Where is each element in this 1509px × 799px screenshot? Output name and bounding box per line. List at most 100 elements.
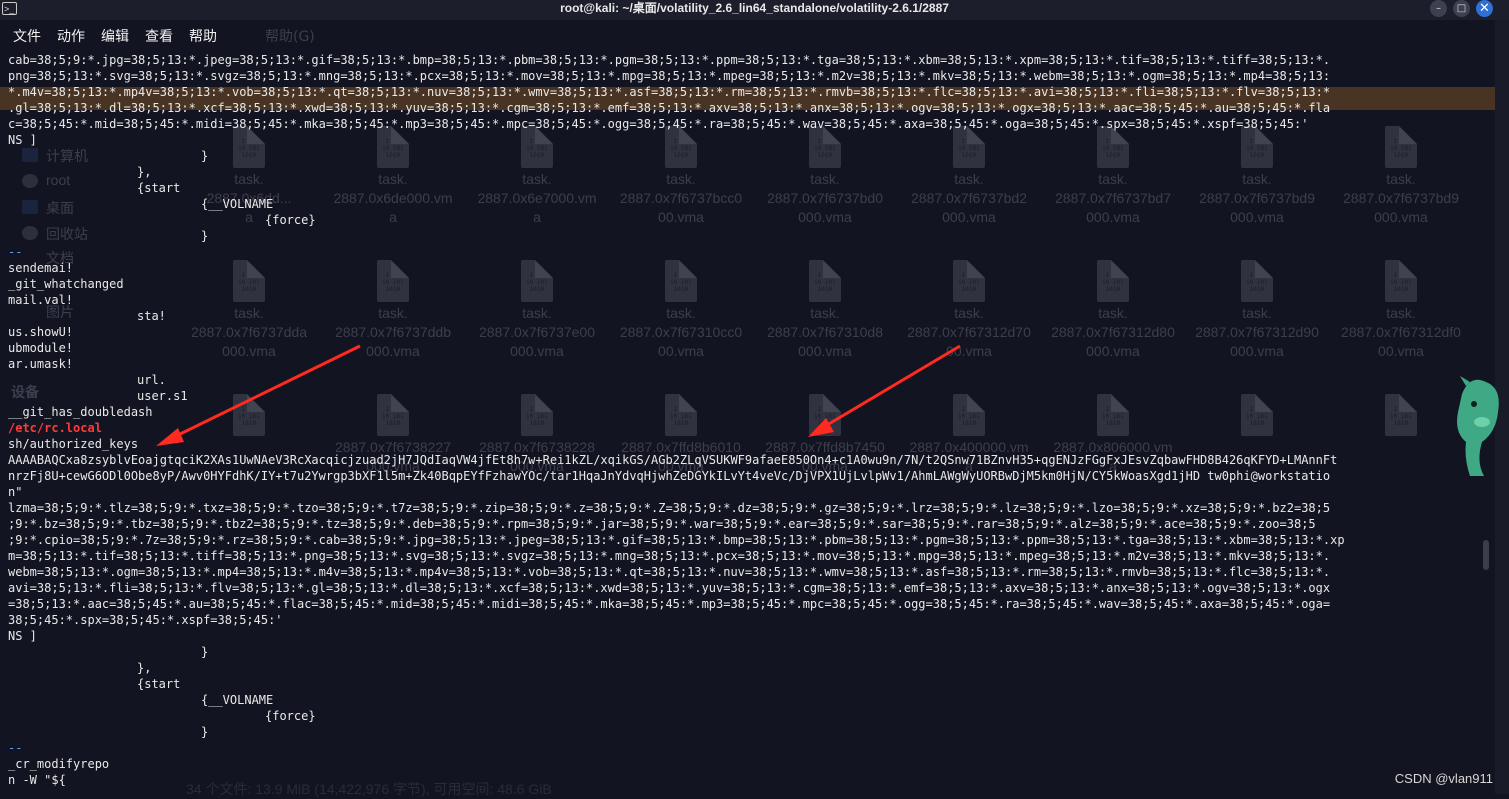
terminal-line: 38;5;45:*.spx=38;5;45:*.xspf=38;5;45:'	[8, 613, 283, 627]
home-icon	[22, 174, 38, 188]
ghost-file-item: 1 0 10 101 1010	[1185, 394, 1329, 438]
terminal-word: sta!	[137, 309, 166, 323]
terminal-line: png=38;5;13:*.svg=38;5;13:*.svgz=38;5;13…	[8, 69, 1331, 83]
binary-file-icon: 1 0 10 101 1010	[665, 394, 697, 436]
sidebar-computer: 计算机	[46, 148, 88, 164]
terminal-word: _git_whatchanged	[8, 277, 124, 291]
terminal-line: n -W "${	[8, 773, 66, 787]
binary-file-icon: 1 0 10 101 1010	[1241, 394, 1273, 436]
binary-file-icon: 1 0 10 101 1010	[953, 394, 985, 436]
terminal-volname: {__VOLNAME	[201, 197, 274, 211]
terminal-word: sendemai!	[8, 261, 74, 275]
terminal-line: NS ]	[8, 629, 37, 643]
ghost-file-label: task. 2887.0x7f6737bd7 000.vma	[1055, 171, 1171, 225]
sidebar-root: root	[46, 172, 71, 188]
ghost-file-label: task. 2887.0x7f67310d8 000.vma	[767, 305, 883, 359]
terminal-line: m=38;5;13:*.tif=38;5;13:*.tiff=38;5;13:*…	[8, 549, 1331, 563]
binary-file-icon: 1 0 10 101 1010	[233, 260, 265, 302]
ghost-file-label: task. 2887.0x7f6737dda 000.vma	[191, 305, 307, 359]
ghost-file-label: task. 2887.0x7f67312d90 000.vma	[1195, 305, 1319, 359]
binary-file-icon: 1 0 10 101 1010	[1097, 260, 1129, 302]
ghost-file-item: 1 0 10 101 1010 task. 2887.0x6de000.vm a	[321, 126, 465, 227]
ssh-key-line: AAAABAQCxa8zsyblvEoajgtqciK2XAs1UwNAeV3R…	[8, 453, 1338, 467]
terminal-line: .gl=38;5;13:*.dl=38;5;13:*.xcf=38;5;13:*…	[8, 101, 1331, 115]
ghost-file-item: 1 0 10 101 1010 task. 2887.0x7f67312d90 0…	[1185, 260, 1329, 361]
terminal-word: url.	[137, 373, 166, 387]
ghost-file-label: task. 2887.0x7f6737bd2 000.vma	[911, 171, 1027, 225]
binary-file-icon: 1 0 10 101 1010	[665, 260, 697, 302]
binary-file-icon: 1 0 10 101 1010	[809, 394, 841, 436]
terminal-line: NS ]	[8, 133, 37, 147]
terminal-brace: },	[137, 165, 152, 179]
binary-file-icon: 1 0 10 101 1010	[233, 126, 265, 168]
ghost-file-item: 1 0 10 101 1010	[177, 394, 321, 438]
ghost-file-label: task. 2887.0x7f67312d70 00.vma	[907, 305, 1031, 359]
authorized-keys-path: sh/authorized_keys	[8, 437, 139, 451]
binary-file-icon: 1 0 10 101 1010	[1097, 394, 1129, 436]
terminal-line: ;9:*.cpio=38;5;9:*.7z=38;5;9:*.rz=38;5;9…	[8, 533, 1345, 547]
terminal-word: ar.umask!	[8, 357, 74, 371]
terminal-brace: },	[137, 661, 152, 675]
terminal-word: mail.val!	[8, 293, 74, 307]
ghost-file-item: 1 0 10 101 1010 task. 2887.0x7f67312df0 0…	[1329, 260, 1473, 361]
terminal-word: user.s1	[137, 389, 188, 403]
binary-file-icon: 1 0 10 101 1010	[809, 126, 841, 168]
computer-icon	[22, 148, 38, 162]
terminal-word: __git_has_doubledash	[8, 405, 153, 419]
binary-file-icon: 1 0 10 101 1010	[953, 260, 985, 302]
binary-file-icon: 1 0 10 101 1010	[953, 126, 985, 168]
terminal-separator: --	[8, 741, 23, 755]
terminal-brace: }	[201, 725, 209, 739]
terminal-line: *.m4v=38;5;13:*.mp4v=38;5;13:*.vob=38;5;…	[8, 85, 1331, 99]
terminal-line: cab=38;5;9:*.jpg=38;5;13:*.jpeg=38;5;13:…	[8, 53, 1331, 67]
binary-file-icon: 1 0 10 101 1010	[233, 394, 265, 436]
binary-file-icon: 1 0 10 101 1010	[1241, 126, 1273, 168]
ghost-file-item: 1 0 10 101 1010 task. 2887.0x7f6737dda 00…	[177, 260, 321, 361]
terminal-line: avi=38;5;13:*.fli=38;5;13:*.flv=38;5;13:…	[8, 581, 1331, 595]
ghost-file-item: 1 0 10 101 1010 task. 2887.0x7f6737bd9 00…	[1185, 126, 1329, 227]
scrollbar-thumb[interactable]	[1483, 540, 1489, 570]
ghost-file-item: 1 0 10 101 1010 task. 2887.0x6e7000.vm a	[465, 126, 609, 227]
binary-file-icon: 1 0 10 101 1010	[809, 260, 841, 302]
trash-icon	[22, 226, 38, 240]
ghost-file-label: task. 2887.0x7f6737bd9 000.vma	[1199, 171, 1315, 225]
ghost-file-label: task. 2887.0x7f6737bd0 000.vma	[767, 171, 883, 225]
binary-file-icon: 1 0 10 101 1010	[1097, 126, 1129, 168]
ghost-status-bar: 34 个文件: 13.9 MiB (14,422,976 字节), 可用空间: …	[186, 781, 552, 797]
binary-file-icon: 1 0 10 101 1010	[521, 394, 553, 436]
ghost-file-item: 1 0 10 101 1010 task. 2887.0x7f6737bd7 00…	[1041, 126, 1185, 227]
binary-file-icon: 1 0 10 101 1010	[377, 260, 409, 302]
ghost-file-label: task. 2887.0x7f6737e00 000.vma	[479, 305, 595, 359]
ghost-file-label: task. 2887.0x7f67312d80 000.vma	[1051, 305, 1175, 359]
ghost-file-item: 1 0 10 101 1010 task. 2887.0x7f6737bd9 00…	[1329, 126, 1473, 227]
ghost-file-label: task. 2887.0x6e7000.vm a	[477, 171, 597, 225]
binary-file-icon: 1 0 10 101 1010	[521, 126, 553, 168]
terminal-line: =38;5;13:*.aac=38;5;45:*.au=38;5;45:*.fl…	[8, 597, 1331, 611]
ghost-file-item: 1 0 10 101 1010 task. 2887.0x7f67312d80 0…	[1041, 260, 1185, 361]
ghost-file-item: 1 0 10 101 1010 task. 2887.0x7f6737e00 00…	[465, 260, 609, 361]
terminal-brace: }	[201, 149, 209, 163]
ghost-file-item: 1 0 10 101 1010 task. 2887.0x7f6737bd2 00…	[897, 126, 1041, 227]
ssh-key-line: n"	[8, 485, 23, 499]
ghost-file-item: 1 0 10 101 1010 task. 2887.0x7f6737ddb 00…	[321, 260, 465, 361]
ghost-file-label: task. 2887.0x7f67310cc0 00.vma	[619, 305, 743, 359]
terminal-volname: {__VOLNAME	[201, 693, 274, 707]
sidebar-devices-heading: 设备	[11, 384, 39, 400]
terminal-line: _cr_modifyrepo	[8, 757, 110, 771]
ssh-key-line: nrzFj8U+cewG6ODl0Obe8yP/Awv0HYFdhK/IY+t7…	[8, 469, 1331, 483]
rc-local-path: /etc/rc.local	[8, 421, 102, 435]
ghost-file-label: task. 2887.0x7f67312df0 00.vma	[1341, 305, 1461, 359]
ghost-file-item: 1 0 10 101 1010 task. 2887.0x7f67310d8 00…	[753, 260, 897, 361]
binary-file-icon: 1 0 10 101 1010	[1385, 126, 1417, 168]
terminal-force: {force}	[265, 213, 316, 227]
terminal-line: webm=38;5;13:*.ogm=38;5;13:*.mp4=38;5;13…	[8, 565, 1331, 579]
ghost-file-item: 1 0 10 101 1010 task. 2887.0x7f67310cc0 0…	[609, 260, 753, 361]
terminal-word: ubmodule!	[8, 341, 74, 355]
terminal-force: {force}	[265, 709, 316, 723]
csdn-watermark: CSDN @vlan911	[1394, 771, 1493, 786]
mascot-image	[1457, 376, 1499, 476]
ghost-file-item: 1 0 10 101 1010 task. 2887.0x7f6737bd0 00…	[753, 126, 897, 227]
ghost-file-item: 1 0 10 101 1010 task. 2887.0x7f6737bcc0 0…	[609, 126, 753, 227]
terminal-start: {start	[137, 677, 181, 691]
ghost-file-label: task. 2887.0x7f6737ddb 000.vma	[335, 305, 451, 359]
